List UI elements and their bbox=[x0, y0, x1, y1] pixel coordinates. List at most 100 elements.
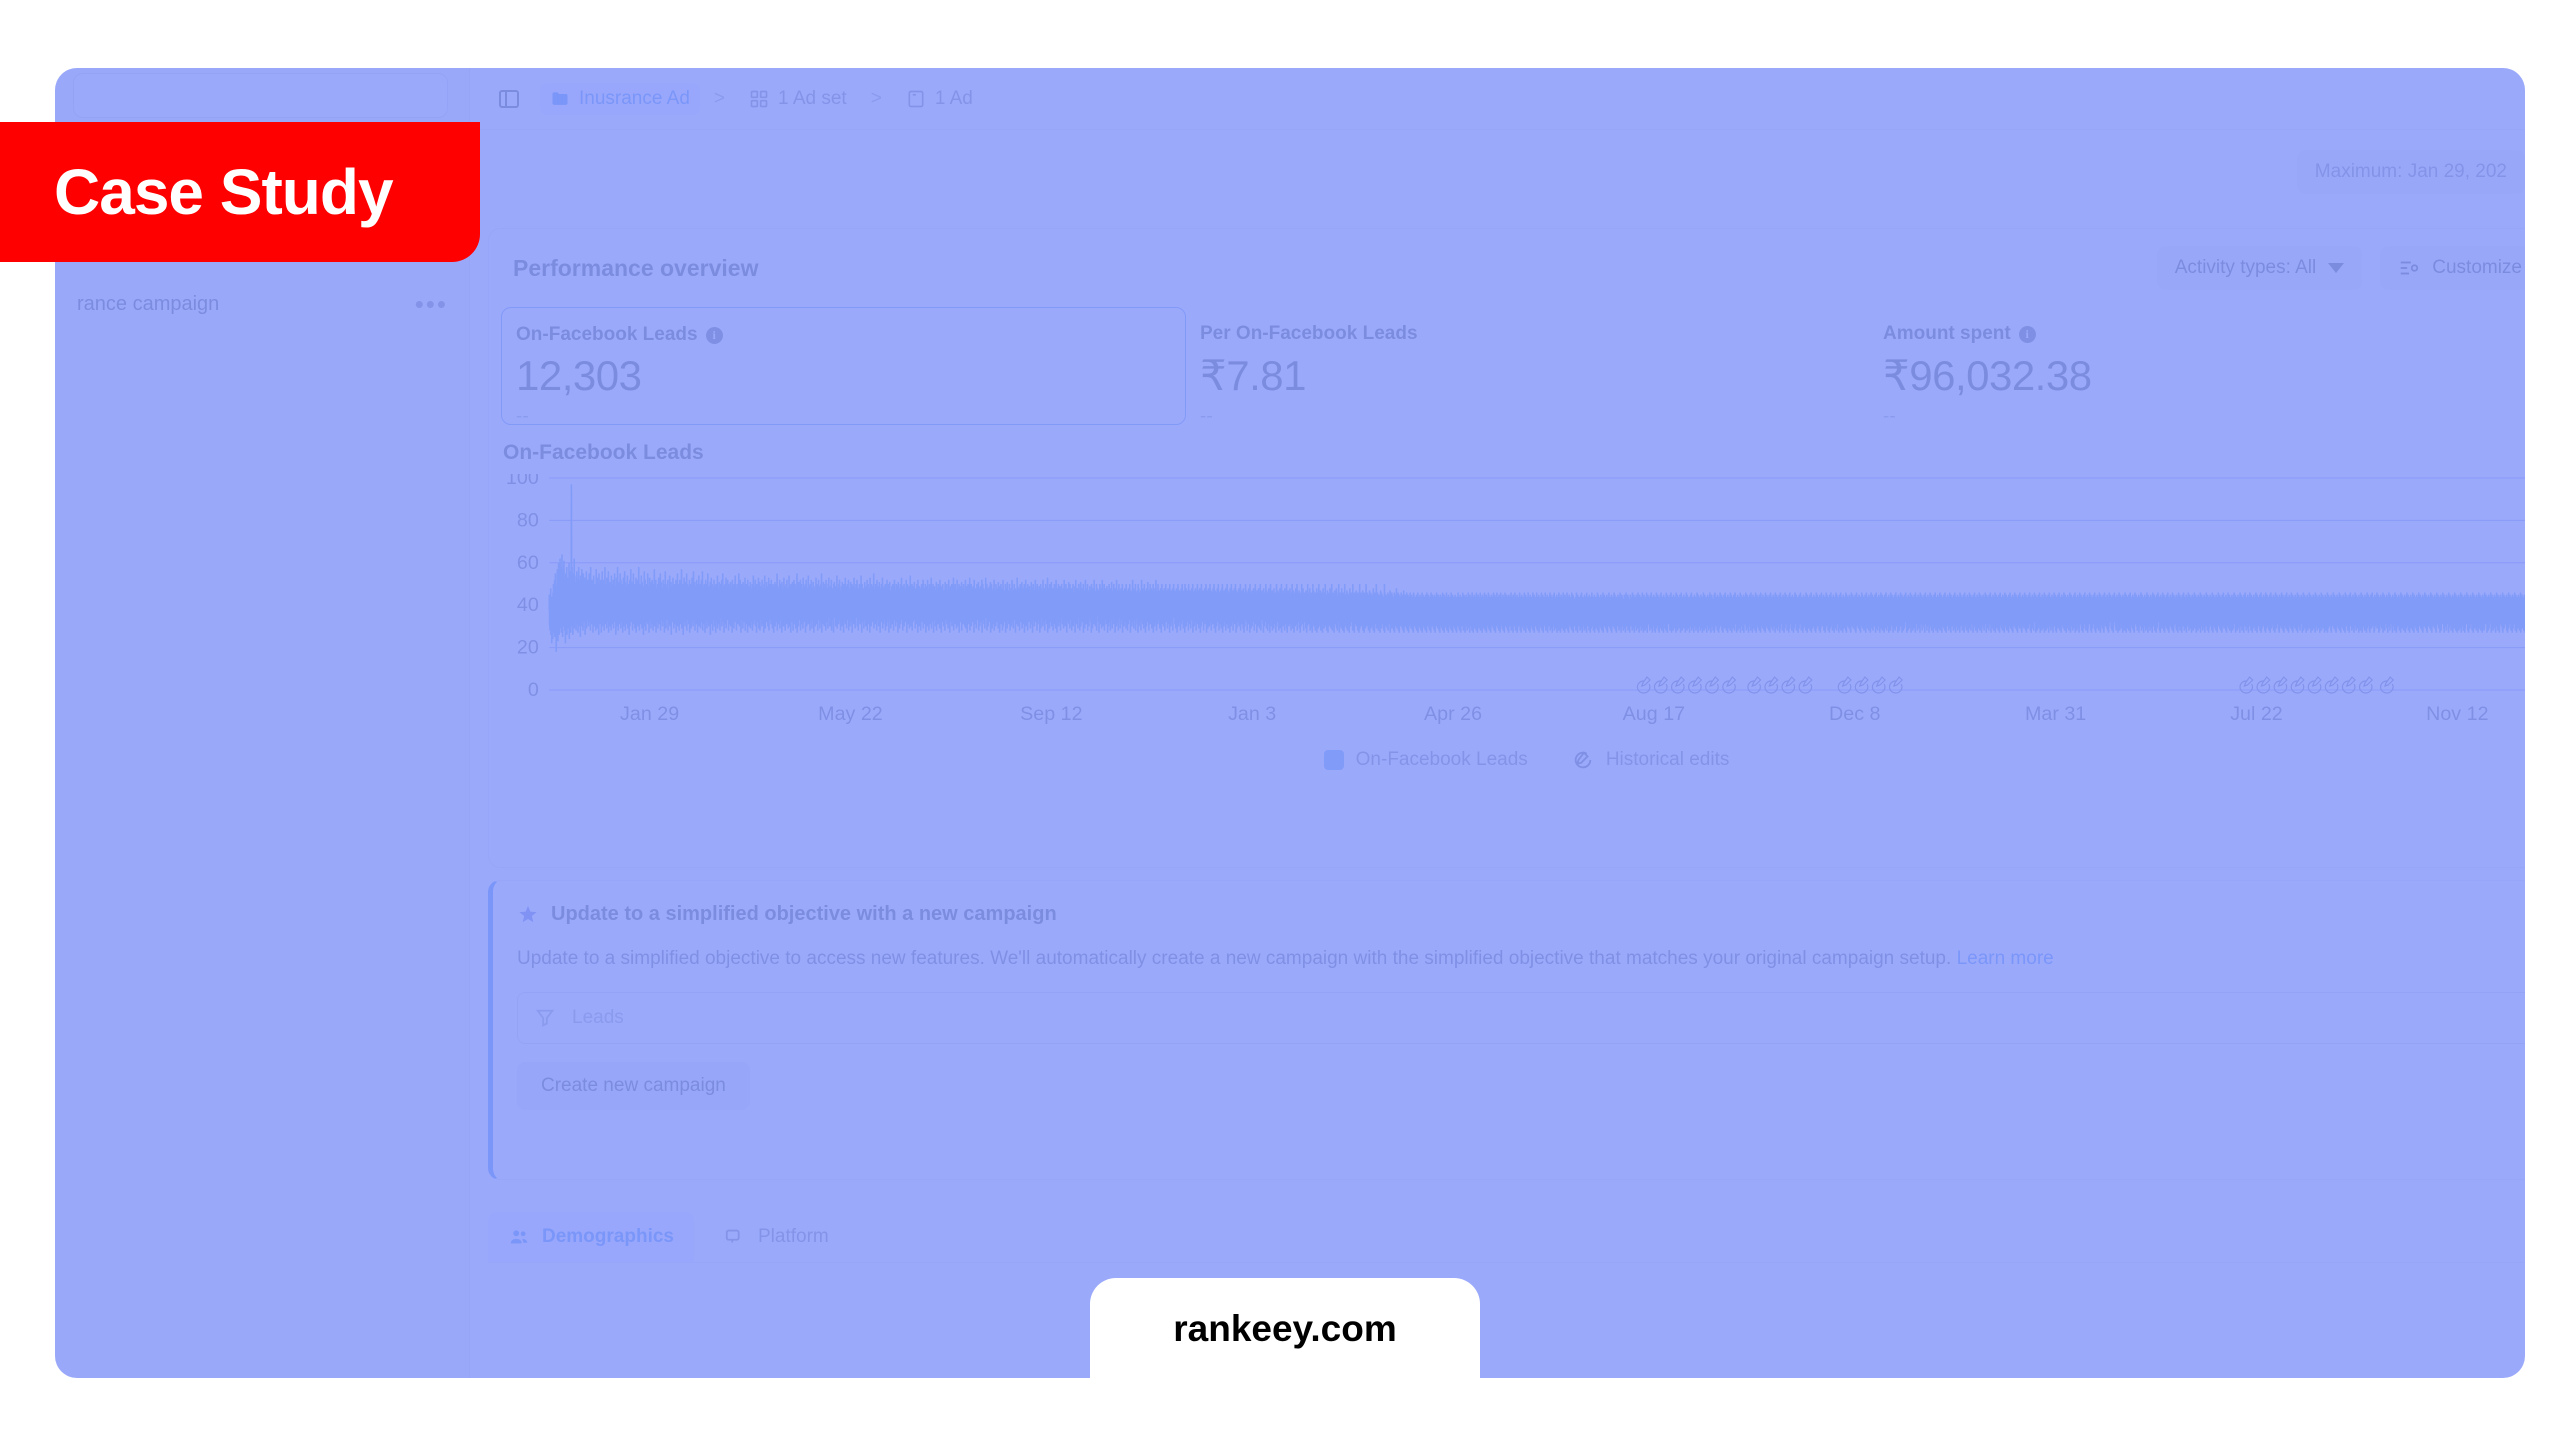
sidebar-top-card[interactable] bbox=[73, 73, 448, 118]
breakdown-tabs: Demographics Platform bbox=[488, 1193, 2525, 1263]
y-axis-tick-label: 20 bbox=[517, 637, 539, 659]
breadcrumb-separator-2: > bbox=[870, 87, 882, 109]
platform-icon bbox=[725, 1229, 740, 1243]
historical-edit-marker bbox=[1782, 677, 1795, 693]
historical-edit-marker bbox=[2257, 677, 2270, 693]
metric-label: Per On-Facebook Leads bbox=[1200, 323, 1855, 345]
banner-description-text: Update to a simplified objective to acce… bbox=[517, 948, 1952, 969]
metric-card-on-facebook-leads[interactable]: On-Facebook Leads i 12,303 -- bbox=[501, 307, 1186, 427]
historical-edit-icon bbox=[1574, 751, 1592, 769]
metric-sub: -- bbox=[516, 406, 529, 427]
tab-platform[interactable]: Platform bbox=[704, 1212, 849, 1262]
tab-demographics[interactable]: Demographics bbox=[488, 1212, 694, 1262]
color-swatch bbox=[1323, 750, 1344, 770]
metric-sub: -- bbox=[1883, 406, 1896, 427]
chart-title: On-Facebook Leads bbox=[503, 441, 704, 464]
app-window: rance campaign ••• Inusrance Ad > 1 Ad s… bbox=[55, 68, 2525, 1378]
watermark-badge: rankeey.com bbox=[1090, 1278, 1480, 1428]
historical-edit-marker bbox=[1672, 677, 1685, 693]
banner-title: Update to a simplified objective with a … bbox=[551, 903, 1057, 925]
x-axis-tick-label: Jul 22 bbox=[2230, 703, 2283, 725]
sidebar-campaign-label: rance campaign bbox=[77, 292, 220, 315]
date-subbar: Maximum: Jan 29, 202 bbox=[470, 130, 2525, 222]
people-icon bbox=[510, 1230, 528, 1244]
customize-button[interactable]: Customize bbox=[2380, 246, 2525, 290]
y-axis-tick-label: 0 bbox=[528, 679, 539, 701]
folder-icon bbox=[552, 91, 568, 105]
breadcrumb-item-adset[interactable]: 1 Ad set bbox=[739, 83, 857, 115]
historical-edit-marker bbox=[2274, 677, 2287, 693]
x-axis-tick-label: May 22 bbox=[818, 703, 883, 725]
x-axis-tick-label: Jan 3 bbox=[1228, 703, 1276, 725]
historical-edit-marker bbox=[1706, 677, 1719, 693]
x-axis-tick-label: Jan 29 bbox=[620, 703, 679, 725]
y-axis-tick-label: 80 bbox=[517, 510, 539, 532]
historical-edit-marker bbox=[1655, 677, 1668, 693]
historical-edit-marker bbox=[2291, 677, 2304, 693]
x-axis-tick-label: Dec 8 bbox=[1829, 703, 1880, 725]
legend-item-historical-edits[interactable]: Historical edits bbox=[1572, 749, 1729, 771]
metric-label: Amount spent i bbox=[1883, 323, 2525, 345]
x-axis-tick-label: Apr 26 bbox=[1424, 703, 1482, 725]
metric-value: ₹96,032.38 bbox=[1883, 352, 2092, 399]
metric-card-per-on-facebook-leads[interactable]: Per On-Facebook Leads ₹7.81 -- bbox=[1186, 307, 1869, 427]
x-axis-tick-label: Nov 12 bbox=[2426, 703, 2488, 725]
metric-card-amount-spent[interactable]: Amount spent i ₹96,032.38 -- bbox=[1869, 307, 2525, 427]
objective-select[interactable]: Leads bbox=[517, 992, 2525, 1044]
y-axis-tick-label: 100 bbox=[506, 474, 539, 489]
historical-edit-marker bbox=[2381, 677, 2394, 693]
screenshot-stage: rance campaign ••• Inusrance Ad > 1 Ad s… bbox=[0, 0, 2560, 1440]
historical-edit-marker bbox=[1872, 677, 1885, 693]
historical-edit-marker bbox=[1855, 677, 1868, 693]
watermark-text: rankeey.com bbox=[1173, 1308, 1397, 1349]
chart-legend: On-Facebook Leads Historical edits bbox=[489, 749, 2525, 771]
case-study-banner: Case Study bbox=[0, 122, 480, 262]
sidebar-campaign-row[interactable]: rance campaign ••• bbox=[55, 280, 470, 328]
star-icon bbox=[519, 905, 537, 922]
x-axis-tick-label: Mar 31 bbox=[2025, 703, 2086, 725]
performance-actions: Activity types: All Customize bbox=[2156, 246, 2525, 290]
create-new-campaign-button[interactable]: Create new campaign bbox=[517, 1062, 750, 1110]
historical-edit-marker bbox=[1637, 677, 1650, 693]
chevron-down-icon bbox=[2328, 263, 2345, 273]
legend-item-leads[interactable]: On-Facebook Leads bbox=[1323, 749, 1528, 771]
chart-svg: 0 20 40 60 80 100 Jan 29 May 22 Sep 12 Jan 3 Apr 2… bbox=[506, 474, 2525, 725]
activity-types-label: Activity types: All bbox=[2174, 257, 2317, 278]
historical-edit-marker bbox=[1838, 677, 1851, 693]
metric-label: On-Facebook Leads i bbox=[516, 324, 1171, 346]
more-options-icon[interactable]: ••• bbox=[415, 291, 448, 317]
breadcrumb: Inusrance Ad > 1 Ad set > 1 Ad bbox=[470, 68, 2525, 130]
legend-label: On-Facebook Leads bbox=[1355, 749, 1528, 770]
info-icon[interactable]: i bbox=[2018, 325, 2036, 343]
historical-edit-marker bbox=[1748, 677, 1761, 693]
metric-label-text: Amount spent bbox=[1883, 323, 2011, 344]
grid-icon bbox=[750, 90, 768, 107]
activity-types-dropdown[interactable]: Activity types: All bbox=[2156, 246, 2363, 290]
banner-title-row: Update to a simplified objective with a … bbox=[517, 903, 2525, 926]
breadcrumb-ad-label: 1 Ad bbox=[934, 87, 973, 109]
breadcrumb-item-campaign[interactable]: Inusrance Ad bbox=[540, 82, 700, 115]
leads-chart[interactable]: 0 20 40 60 80 100 Jan 29 May 22 Sep 12 Jan 3 Apr 2… bbox=[489, 474, 2525, 734]
funnel-icon bbox=[535, 1009, 555, 1027]
breadcrumb-separator-1: > bbox=[713, 87, 726, 109]
tab-platform-label: Platform bbox=[757, 1226, 829, 1247]
historical-edit-marker bbox=[2342, 677, 2355, 693]
info-icon[interactable]: i bbox=[705, 326, 723, 344]
historical-edit-marker bbox=[1890, 677, 1903, 693]
objective-value: Leads bbox=[572, 1007, 624, 1028]
sidebar: rance campaign ••• bbox=[55, 68, 470, 1378]
chart-series-line bbox=[549, 484, 2525, 651]
breadcrumb-adset-label: 1 Ad set bbox=[778, 87, 847, 109]
max-date-pill[interactable]: Maximum: Jan 29, 202 bbox=[2296, 150, 2525, 194]
historical-edit-marker bbox=[2308, 677, 2321, 693]
performance-header: Performance overview Activity types: All… bbox=[489, 229, 2525, 307]
main-content: Inusrance Ad > 1 Ad set > 1 Ad Maximum: … bbox=[470, 68, 2525, 1378]
y-axis-tick-label: 60 bbox=[517, 552, 539, 574]
metric-sub: -- bbox=[1200, 406, 1213, 427]
customize-icon bbox=[2401, 261, 2419, 275]
breadcrumb-item-ad[interactable]: 1 Ad bbox=[896, 83, 983, 115]
metric-cards: On-Facebook Leads i 12,303 -- Per On-Fac… bbox=[501, 307, 2525, 427]
x-axis-tick-label: Sep 12 bbox=[1020, 703, 1082, 725]
panel-toggle-icon[interactable] bbox=[492, 82, 526, 116]
learn-more-link[interactable]: Learn more bbox=[1957, 948, 2054, 969]
